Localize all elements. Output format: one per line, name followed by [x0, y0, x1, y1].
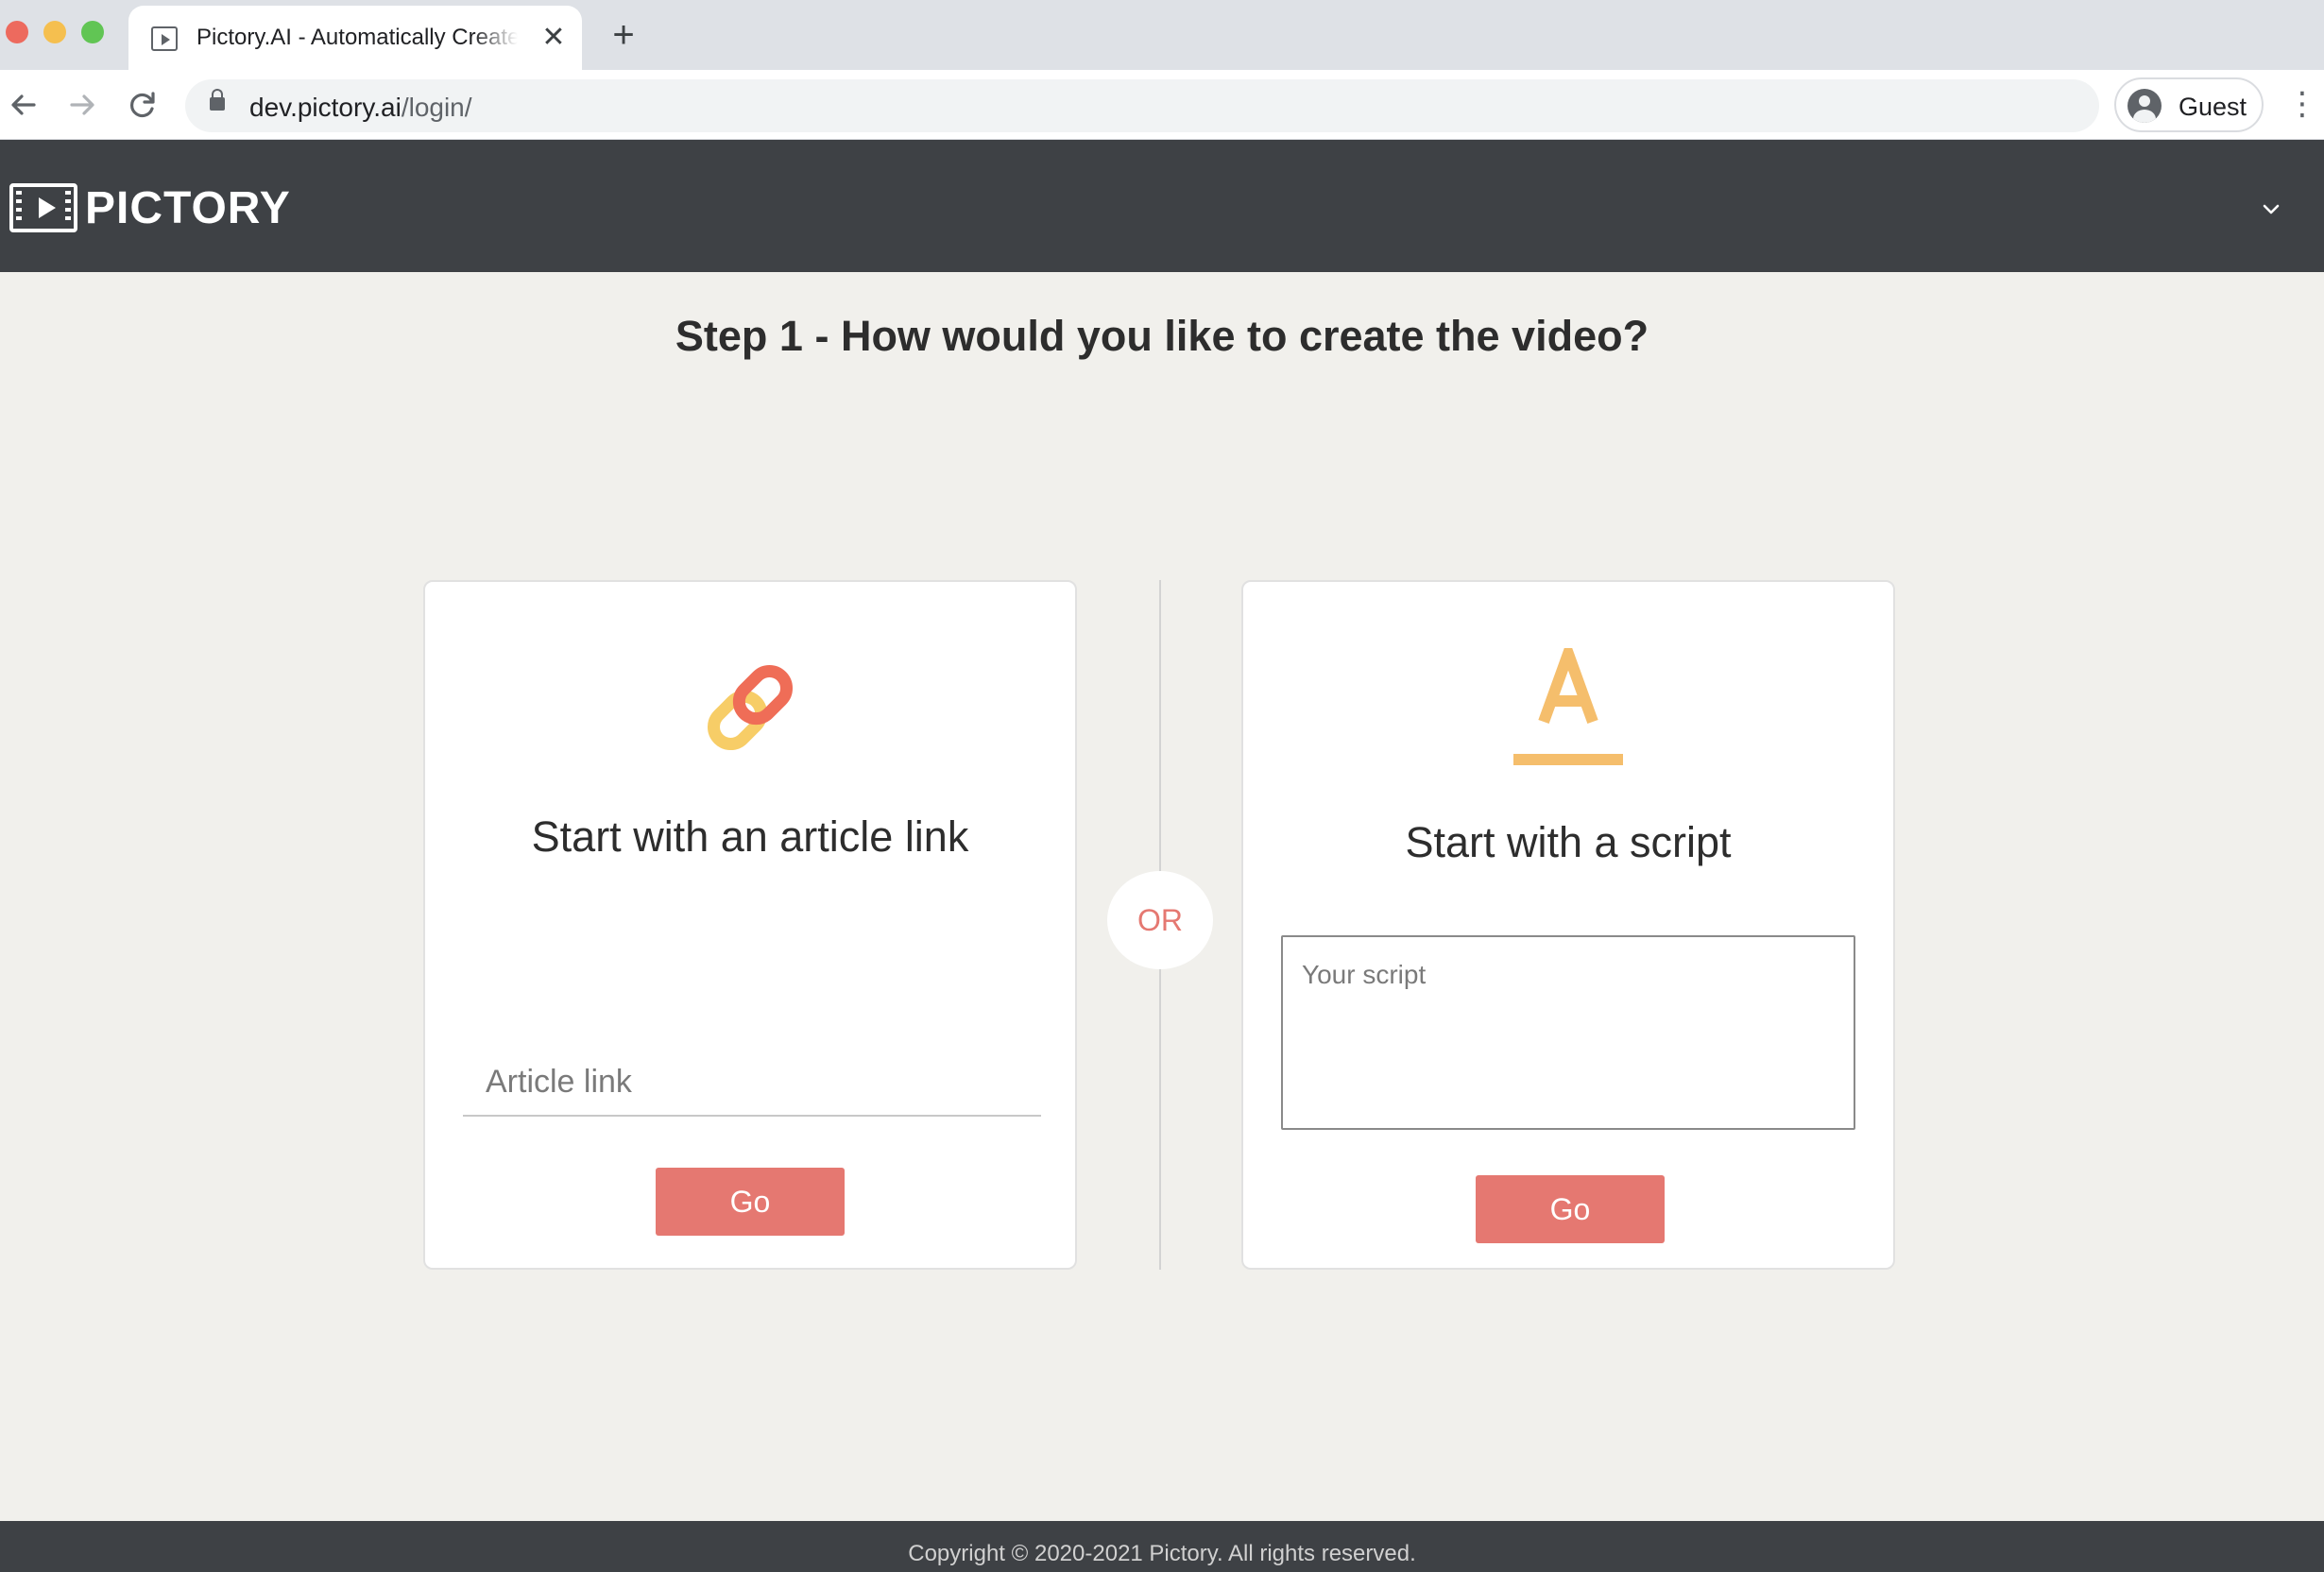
- window-close-button[interactable]: [6, 21, 28, 43]
- forward-button[interactable]: [60, 83, 104, 127]
- arrow-left-icon: [11, 94, 36, 115]
- link-icon: [425, 646, 1075, 769]
- tab-title: Pictory.AI - Automatically Create: [197, 25, 518, 50]
- script-card: Start with a script Go: [1241, 580, 1895, 1270]
- browser-tab[interactable]: Pictory.AI - Automatically Create ✕: [128, 6, 582, 70]
- script-textarea[interactable]: [1281, 935, 1855, 1130]
- chevron-down-icon[interactable]: [2258, 196, 2284, 223]
- reload-button[interactable]: [121, 83, 164, 127]
- profile-button[interactable]: Guest: [2114, 77, 2264, 132]
- logo-text: PICTORY: [85, 182, 291, 233]
- or-badge: OR: [1107, 871, 1213, 969]
- url-text: dev.pictory.ai/login/: [249, 93, 472, 122]
- browser-menu-icon[interactable]: ⋮: [2286, 87, 2318, 125]
- footer: Copyright © 2020-2021 Pictory. All right…: [0, 1521, 2324, 1572]
- step-title: Step 1 - How would you like to create th…: [675, 312, 1649, 360]
- profile-name: Guest: [2179, 93, 2247, 121]
- new-tab-button[interactable]: +: [605, 16, 642, 55]
- tab-close-icon[interactable]: ✕: [538, 23, 569, 53]
- window-minimize-button[interactable]: [43, 21, 66, 43]
- account-icon: [2127, 89, 2162, 123]
- article-card-title: Start with an article link: [531, 812, 969, 861]
- pictory-logo[interactable]: PICTORY: [9, 179, 291, 236]
- browser-toolbar: dev.pictory.ai/login/ Guest: [0, 70, 2324, 140]
- browser-tab-bar: Pictory.AI - Automatically Create ✕ +: [0, 0, 2324, 70]
- article-link-input[interactable]: [463, 1049, 1041, 1117]
- video-favicon-icon: [151, 26, 178, 51]
- arrow-right-icon: [70, 94, 94, 115]
- copyright-text: Copyright © 2020-2021 Pictory. All right…: [908, 1541, 1416, 1566]
- article-link-card: Start with an article link Go: [423, 580, 1077, 1270]
- app-header: PICTORY: [0, 140, 2324, 272]
- lock-icon: [210, 89, 225, 111]
- film-play-icon: [9, 183, 77, 232]
- text-format-icon: [1243, 648, 1893, 771]
- address-bar[interactable]: dev.pictory.ai/login/: [185, 79, 2099, 132]
- script-card-title: Start with a script: [1405, 818, 1732, 866]
- article-go-button[interactable]: Go: [656, 1168, 845, 1236]
- window-maximize-button[interactable]: [81, 21, 104, 43]
- back-button[interactable]: [2, 83, 45, 127]
- script-go-button[interactable]: Go: [1476, 1175, 1665, 1243]
- reload-icon: [130, 92, 155, 118]
